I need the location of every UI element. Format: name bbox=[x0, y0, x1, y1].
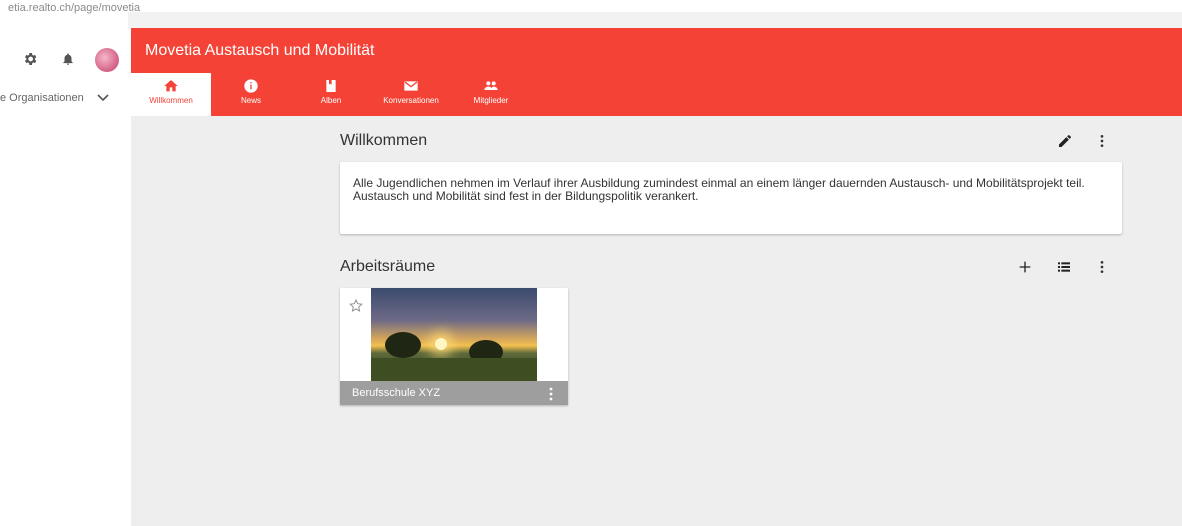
tab-konversationen[interactable]: Konversationen bbox=[371, 73, 451, 116]
tab-label: Willkommen bbox=[149, 96, 193, 105]
tab-label: Konversationen bbox=[383, 96, 439, 105]
tab-news[interactable]: News bbox=[211, 73, 291, 116]
workspace-image bbox=[371, 288, 537, 381]
welcome-title: Willkommen bbox=[340, 132, 428, 149]
address-bar-strip bbox=[128, 12, 1182, 28]
tab-label: News bbox=[240, 96, 261, 105]
star-icon[interactable] bbox=[348, 298, 364, 314]
workspace-name: Berufsschule XYZ bbox=[352, 387, 441, 399]
tab-label: Alben bbox=[320, 96, 342, 105]
info-icon bbox=[244, 79, 258, 93]
mail-icon bbox=[404, 81, 418, 91]
list-view-icon[interactable] bbox=[1056, 259, 1072, 275]
avatar[interactable] bbox=[95, 48, 119, 72]
edit-icon[interactable] bbox=[1057, 133, 1073, 149]
people-icon bbox=[484, 81, 498, 90]
gear-icon[interactable] bbox=[22, 51, 38, 67]
more-vert-icon[interactable] bbox=[1094, 259, 1110, 275]
workspace-card[interactable]: Berufsschule XYZ bbox=[340, 288, 568, 405]
tab-bar: Willkommen News Alben Konversationen Mit… bbox=[131, 73, 531, 116]
welcome-card: Alle Jugendlichen nehmen im Verlauf ihre… bbox=[340, 162, 1122, 234]
album-icon bbox=[326, 80, 336, 92]
bell-icon[interactable] bbox=[61, 51, 75, 67]
main-content: Willkommen Alle Jugendlichen nehmen im V… bbox=[131, 116, 1182, 526]
chevron-down-icon bbox=[97, 94, 109, 102]
tab-willkommen[interactable]: Willkommen bbox=[131, 73, 211, 116]
workspaces-title: Arbeitsräume bbox=[340, 258, 436, 275]
workspace-footer: Berufsschule XYZ bbox=[340, 381, 568, 405]
add-icon[interactable] bbox=[1017, 259, 1033, 275]
tab-mitglieder[interactable]: Mitglieder bbox=[451, 73, 531, 116]
page-title: Movetia Austausch und Mobilität bbox=[145, 42, 375, 59]
organizations-label: e Organisationen bbox=[0, 92, 84, 104]
tab-label: Mitglieder bbox=[473, 96, 509, 105]
more-vert-icon[interactable] bbox=[1094, 133, 1110, 149]
page-header: Movetia Austausch und Mobilität Willkomm… bbox=[131, 28, 1182, 116]
tab-alben[interactable]: Alben bbox=[291, 73, 371, 116]
welcome-text: Alle Jugendlichen nehmen im Verlauf ihre… bbox=[353, 176, 1085, 203]
organizations-dropdown[interactable]: e Organisationen bbox=[0, 92, 125, 104]
home-icon bbox=[164, 80, 178, 92]
more-vert-icon[interactable] bbox=[548, 387, 554, 401]
